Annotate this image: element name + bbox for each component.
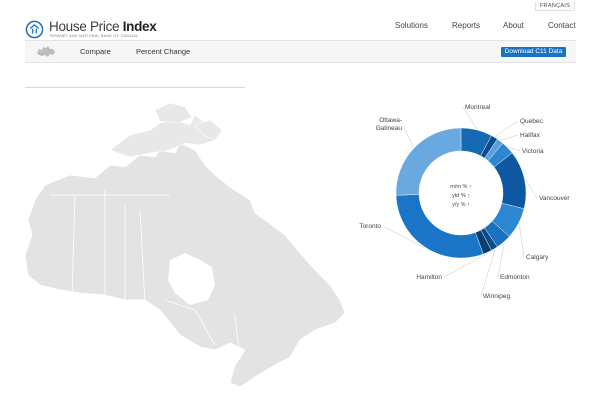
ring-label-victoria[interactable]: Victoria — [522, 148, 544, 155]
ring-label-edmonton[interactable]: Edmonton — [500, 274, 530, 281]
ring-label-hamilton[interactable]: Hamilton — [416, 274, 442, 281]
leader-line-halifax — [500, 134, 519, 141]
ring-label-vancouver[interactable]: Vancouver — [539, 195, 570, 202]
language-toggle-link[interactable]: FRANÇAIS — [535, 2, 575, 11]
logo-title: House Price Index — [49, 19, 157, 34]
logo-title-light: House Price — [49, 19, 123, 34]
nav-item-about[interactable]: About — [503, 21, 524, 30]
nav-item-contact[interactable]: Contact — [548, 21, 576, 30]
logo-title-bold: Index — [122, 19, 157, 34]
ring-label-montreal[interactable]: Montreal — [465, 104, 491, 111]
download-data-button[interactable]: Download C11 Data — [501, 47, 566, 57]
canada-map-icon[interactable] — [36, 44, 56, 59]
city-ring-chart[interactable]: m/m % ↑ ytd % ↑ y/y % ↑ Montreal Quebec Ha… — [340, 95, 600, 305]
house-logo-icon — [25, 20, 44, 39]
sub-navigation-bar: Compare Percent Change Download C11 Data — [25, 40, 576, 63]
leader-line-quebec — [494, 120, 519, 137]
nav-item-reports[interactable]: Reports — [452, 21, 480, 30]
leader-line-winnipeg — [480, 249, 496, 297]
tab-percent-change[interactable]: Percent Change — [136, 47, 190, 56]
leader-line-edmonton — [497, 242, 505, 278]
ring-label-toronto[interactable]: Toronto — [359, 223, 381, 230]
tab-compare[interactable]: Compare — [80, 47, 111, 56]
logo-tagline: TERANET AND NATIONAL BANK OF CANADA — [49, 33, 138, 38]
ring-label-ottawa-gatineau[interactable]: Gatineau — [376, 125, 403, 132]
ring-label-calgary[interactable]: Calgary — [526, 254, 549, 261]
page: FRANÇAIS House Price Index TERANET AND N… — [0, 0, 600, 400]
main-nav: Solutions Reports About Contact — [380, 21, 600, 33]
site-logo[interactable]: House Price Index TERANET AND NATIONAL B… — [25, 19, 157, 42]
leader-line-calgary — [519, 223, 525, 258]
canada-map[interactable] — [0, 95, 360, 400]
nav-item-solutions[interactable]: Solutions — [395, 21, 428, 30]
ring-label-halifax[interactable]: Halifax — [520, 132, 541, 139]
ring-label-ottawa-gatineau[interactable]: Ottawa- — [379, 117, 402, 124]
center-line-ytd: ytd % ↑ — [452, 193, 470, 199]
ring-label-winnipeg[interactable]: Winnipeg — [483, 293, 510, 300]
ring-label-quebec[interactable]: Quebec — [520, 118, 544, 125]
divider-line — [25, 87, 245, 88]
leader-line-vancouver — [525, 179, 538, 199]
center-line-yy: y/y % ↑ — [452, 202, 470, 208]
center-line-mm: m/m % ↑ — [450, 184, 472, 190]
leader-line-ottawa-gatineau — [403, 127, 414, 148]
